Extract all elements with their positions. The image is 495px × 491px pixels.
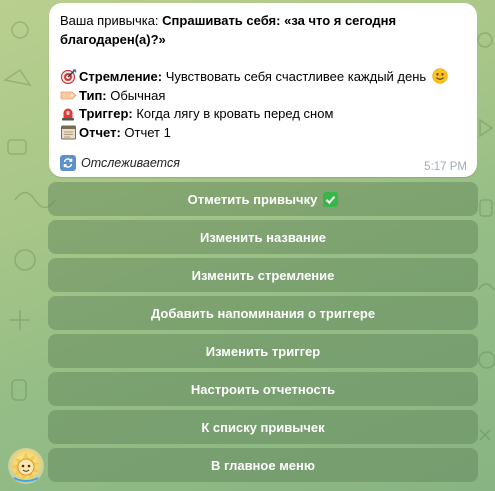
- configure-reporting-label: Настроить отчетность: [190, 381, 336, 397]
- sync-icon: [60, 155, 76, 171]
- rename-habit-label: Изменить название: [200, 229, 326, 245]
- trigger-label: Триггер:: [79, 106, 133, 121]
- report-value: Отчет 1: [120, 124, 171, 140]
- label-tag-icon: [60, 88, 77, 103]
- message-time: 5:17 PM: [424, 161, 467, 173]
- change-aspiration-label: Изменить стремление: [191, 267, 335, 283]
- add-trigger-reminders-button[interactable]: Добавить напоминания о триггере: [48, 296, 478, 330]
- bot-avatar[interactable]: [8, 448, 44, 484]
- tracking-status: Отслеживается: [60, 155, 180, 171]
- aspiration-line: Стремление: Чувствовать себя счастливее …: [60, 68, 465, 87]
- report-card-icon: [60, 125, 77, 140]
- status-text: Отслеживается: [81, 156, 180, 170]
- aspiration-value: Чувствовать себя счастливее каждый день: [162, 69, 427, 84]
- trigger-line: Триггер: Когда лягу в кровать перед сном: [60, 105, 465, 124]
- change-aspiration-button[interactable]: Изменить стремление: [48, 258, 478, 292]
- habit-list-button[interactable]: К списку привычек: [48, 410, 478, 444]
- trigger-value: Когда лягу в кровать перед сном: [132, 106, 334, 121]
- check-mark-icon: [323, 191, 339, 207]
- habit-name: Спрашивать себя: «за что я сегодня: [162, 13, 397, 28]
- add-trigger-reminders-label: Добавить напоминания о триггере: [150, 305, 376, 321]
- change-trigger-button[interactable]: Изменить триггер: [48, 334, 478, 368]
- type-value: Обычная: [106, 87, 166, 103]
- habit-prefix: Ваша привычка:: [60, 13, 163, 28]
- habit-title-line: Ваша привычка: Спрашивать себя: «за что …: [60, 12, 465, 31]
- rename-habit-button[interactable]: Изменить название: [48, 220, 478, 254]
- type-label: Тип:: [79, 87, 107, 103]
- configure-reporting-button[interactable]: Настроить отчетность: [48, 372, 478, 406]
- main-menu-button[interactable]: В главное меню: [48, 448, 478, 482]
- habit-list-label: К списку привычек: [201, 419, 325, 435]
- smile-emoji-icon: [432, 68, 449, 84]
- habit-name-continued: благодарен(а)?»: [60, 31, 166, 47]
- habit-message-bubble: Ваша привычка: Спрашивать себя: «за что …: [49, 3, 477, 177]
- report-label: Отчет:: [79, 124, 121, 140]
- mark-habit-button[interactable]: Отметить привычку: [48, 182, 478, 216]
- change-trigger-label: Изменить триггер: [205, 343, 321, 359]
- main-menu-label: В главное меню: [210, 457, 315, 473]
- report-line: Отчет: Отчет 1: [60, 124, 465, 143]
- target-icon: [60, 69, 77, 85]
- aspiration-label: Стремление:: [79, 69, 163, 84]
- type-line: Тип: Обычная: [60, 87, 465, 106]
- mark-habit-label: Отметить привычку: [187, 191, 318, 207]
- siren-icon: [60, 106, 77, 121]
